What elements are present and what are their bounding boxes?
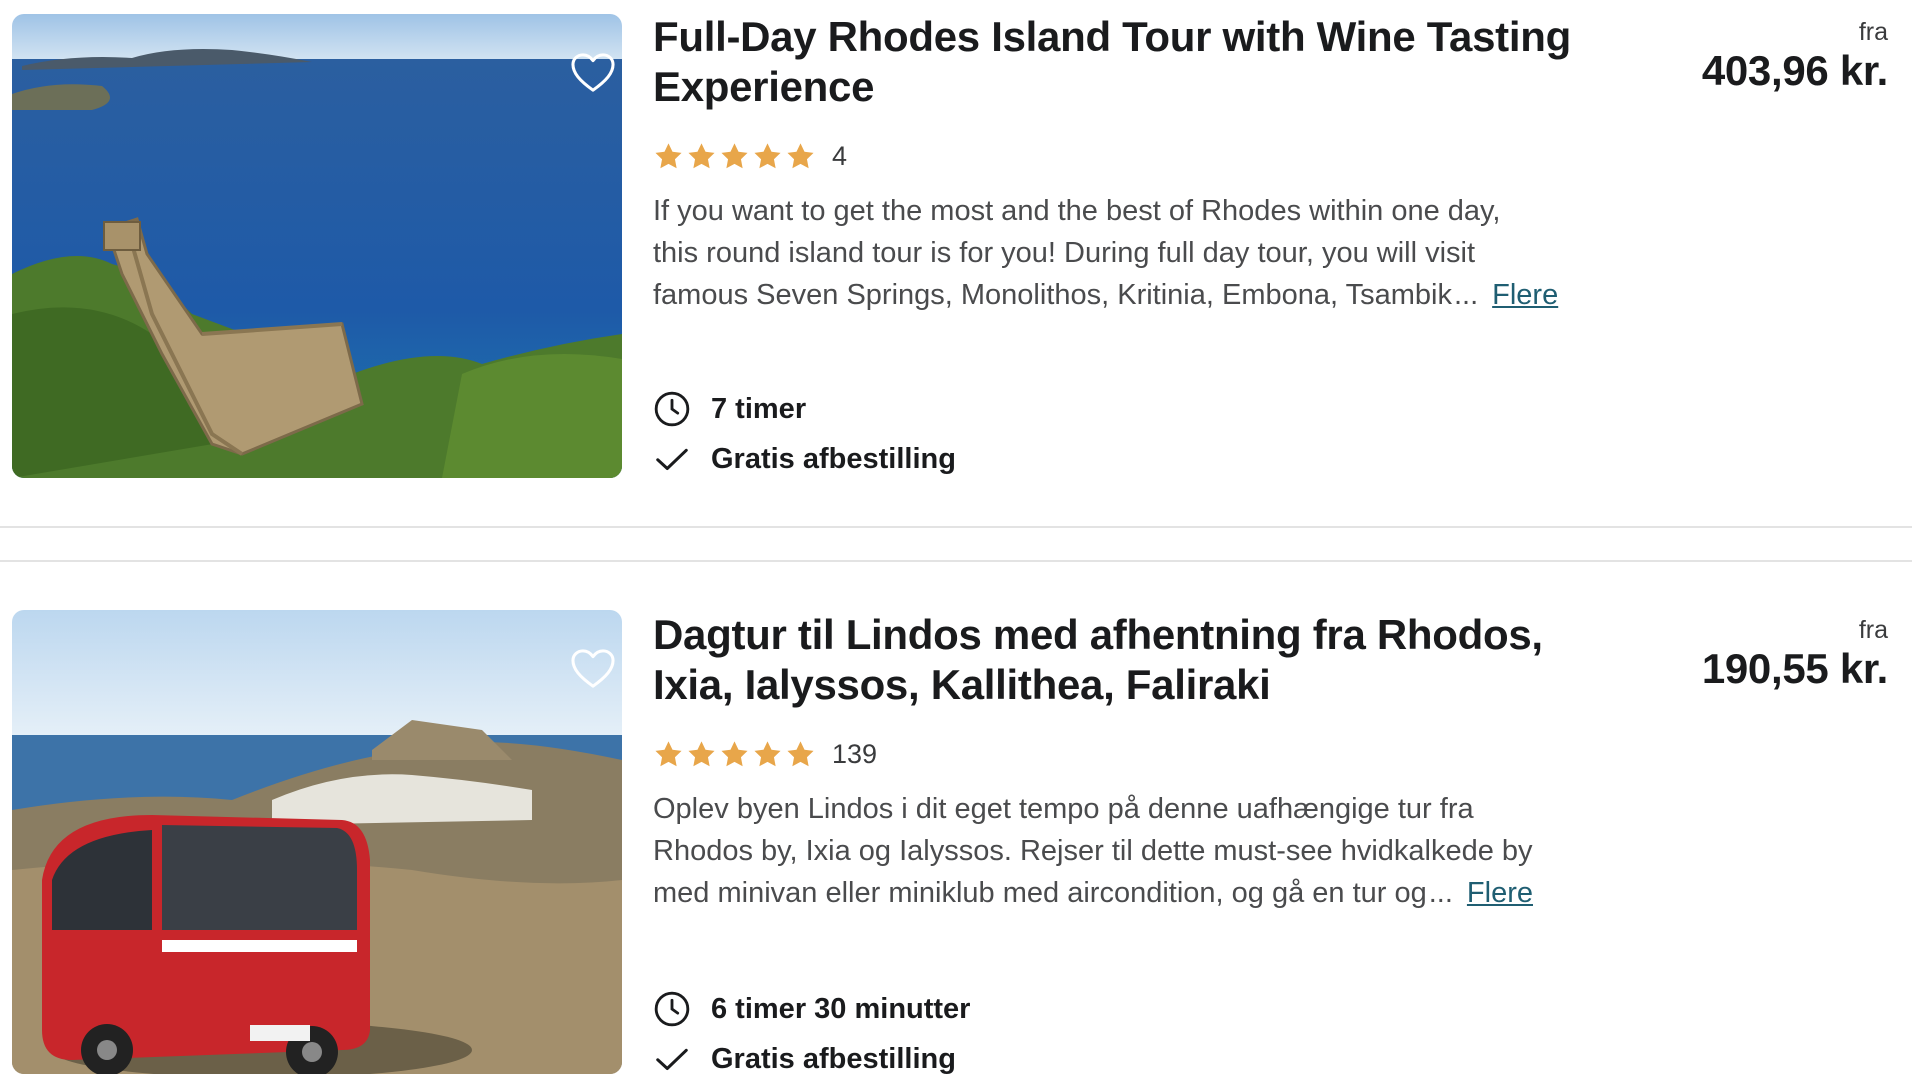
price-block: fra 403,96 kr. bbox=[1702, 18, 1888, 96]
listing-title[interactable]: Full-Day Rhodes Island Tour with Wine Ta… bbox=[653, 12, 1633, 112]
clock-icon bbox=[653, 390, 691, 428]
listing-image-castle[interactable] bbox=[12, 14, 622, 478]
ellipsis: ... bbox=[1453, 279, 1479, 311]
description-line: If you want to get the most and the best… bbox=[653, 195, 1501, 227]
star-icon bbox=[686, 141, 717, 172]
more-link[interactable]: Flere bbox=[1492, 274, 1558, 316]
rating-stars: 4 bbox=[653, 136, 847, 176]
star-icon bbox=[785, 141, 816, 172]
favorite-heart-icon[interactable] bbox=[570, 648, 616, 690]
favorite-heart-icon[interactable] bbox=[570, 52, 616, 94]
duration-text: 7 timer bbox=[711, 392, 807, 425]
price: 190,55 kr. bbox=[1701, 645, 1888, 692]
listing-description: If you want to get the most and the best… bbox=[653, 190, 1593, 316]
listing-card-2[interactable]: Dagtur til Lindos med afhentning fra Rho… bbox=[0, 598, 1912, 1078]
price-prefix: fra bbox=[1858, 616, 1888, 644]
listing-card-1[interactable]: Full-Day Rhodes Island Tour with Wine Ta… bbox=[0, 0, 1912, 480]
price-prefix: fra bbox=[1858, 18, 1888, 46]
star-icon bbox=[686, 739, 717, 770]
divider bbox=[0, 526, 1912, 528]
duration-row: 6 timer 30 minutter bbox=[653, 990, 970, 1028]
review-count: 4 bbox=[832, 140, 848, 171]
star-icon bbox=[752, 141, 783, 172]
cancellation-text: Gratis afbestilling bbox=[711, 442, 956, 475]
description-line: famous Seven Springs, Monolithos, Kritin… bbox=[653, 279, 1452, 311]
price: 403,96 kr. bbox=[1701, 47, 1888, 94]
description-line: Oplev byen Lindos i dit eget tempo på de… bbox=[653, 793, 1474, 825]
star-icon bbox=[653, 739, 684, 770]
cancellation-text: Gratis afbestilling bbox=[711, 1042, 956, 1075]
checkmark-icon bbox=[653, 440, 691, 478]
star-icon bbox=[719, 141, 750, 172]
star-icon bbox=[752, 739, 783, 770]
price-block: fra 190,55 kr. bbox=[1702, 616, 1888, 694]
star-icon bbox=[785, 739, 816, 770]
listing-description: Oplev byen Lindos i dit eget tempo på de… bbox=[653, 788, 1593, 914]
star-icon bbox=[719, 739, 750, 770]
star-icon bbox=[653, 141, 684, 172]
checkmark-icon bbox=[653, 1040, 691, 1078]
cancellation-row: Gratis afbestilling bbox=[653, 1040, 956, 1078]
cancellation-row: Gratis afbestilling bbox=[653, 440, 956, 478]
listing-image-bus[interactable] bbox=[12, 610, 622, 1074]
description-line: med minivan eller miniklub med aircondit… bbox=[653, 877, 1427, 909]
description-line: this round island tour is for you! Durin… bbox=[653, 237, 1476, 269]
duration-row: 7 timer bbox=[653, 390, 806, 428]
ellipsis: ... bbox=[1428, 877, 1453, 909]
description-line: Rhodos by, Ixia og Ialyssos. Rejser til … bbox=[653, 835, 1533, 867]
duration-text: 6 timer 30 minutter bbox=[711, 992, 971, 1025]
more-link[interactable]: Flere bbox=[1467, 872, 1533, 914]
clock-icon bbox=[653, 990, 691, 1028]
listing-title[interactable]: Dagtur til Lindos med afhentning fra Rho… bbox=[653, 610, 1633, 710]
divider bbox=[0, 560, 1912, 562]
rating-stars: 139 bbox=[653, 734, 877, 774]
review-count: 139 bbox=[832, 738, 878, 769]
